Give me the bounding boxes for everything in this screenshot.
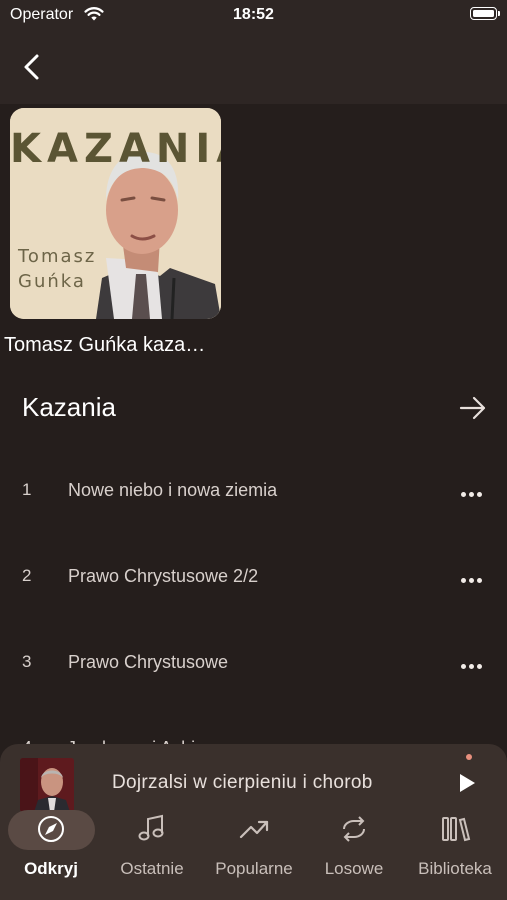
tab-label: Popularne xyxy=(215,859,293,878)
see-all-arrow-icon[interactable] xyxy=(459,394,487,422)
track-title: Prawo Chrystusowe xyxy=(68,652,229,672)
play-button[interactable] xyxy=(457,772,477,794)
tab-label: Odkryj xyxy=(24,859,78,878)
track-title: Prawo Chrystusowe 2/2 xyxy=(68,566,259,586)
clock: 18:52 xyxy=(233,6,274,23)
tab-label: Biblioteka xyxy=(418,859,492,878)
more-options-icon[interactable] xyxy=(461,570,485,583)
album-title[interactable]: Tomasz Guńka kaza… xyxy=(4,334,234,357)
battery-icon xyxy=(470,7,500,20)
track-row[interactable]: 3 Prawo Chrystusowe xyxy=(0,652,507,738)
track-title: Nowe niebo i nowa ziemia xyxy=(68,480,278,500)
tab-bar: Odkryj Ostatnie Popularne Losowe Bibliot… xyxy=(0,804,507,900)
music-note-icon xyxy=(138,814,164,841)
album-artwork: KAZANIA Tomasz Guńka xyxy=(10,108,221,319)
track-row[interactable]: 1 Nowe niebo i nowa ziemia xyxy=(0,480,507,566)
repeat-icon xyxy=(343,816,365,842)
album-author: Tomasz Guńka xyxy=(18,244,96,294)
compass-icon xyxy=(38,816,64,842)
library-icon xyxy=(442,817,471,842)
trending-up-icon xyxy=(239,820,269,839)
unread-dot xyxy=(466,754,472,760)
track-number: 2 xyxy=(22,566,32,585)
track-row[interactable]: 2 Prawo Chrystusowe 2/2 xyxy=(0,566,507,652)
now-playing-title: Dojrzalsi w cierpieniu i chorob xyxy=(112,772,373,793)
navigation-bar xyxy=(0,32,507,104)
section-title: Kazania xyxy=(22,392,116,422)
album-heading: KAZANIA xyxy=(10,126,221,172)
back-button[interactable] xyxy=(16,50,48,84)
track-number: 3 xyxy=(22,652,32,671)
track-number: 1 xyxy=(22,480,32,499)
tab-label: Ostatnie xyxy=(120,859,184,878)
more-options-icon[interactable] xyxy=(461,656,485,669)
more-options-icon[interactable] xyxy=(461,484,485,497)
album-card[interactable]: KAZANIA Tomasz Guńka xyxy=(10,108,221,319)
album-author-last: Guńka xyxy=(18,271,86,292)
album-author-first: Tomasz xyxy=(18,246,97,267)
status-bar: Operator 18:52 xyxy=(0,0,507,32)
tab-label: Losowe xyxy=(324,859,384,878)
